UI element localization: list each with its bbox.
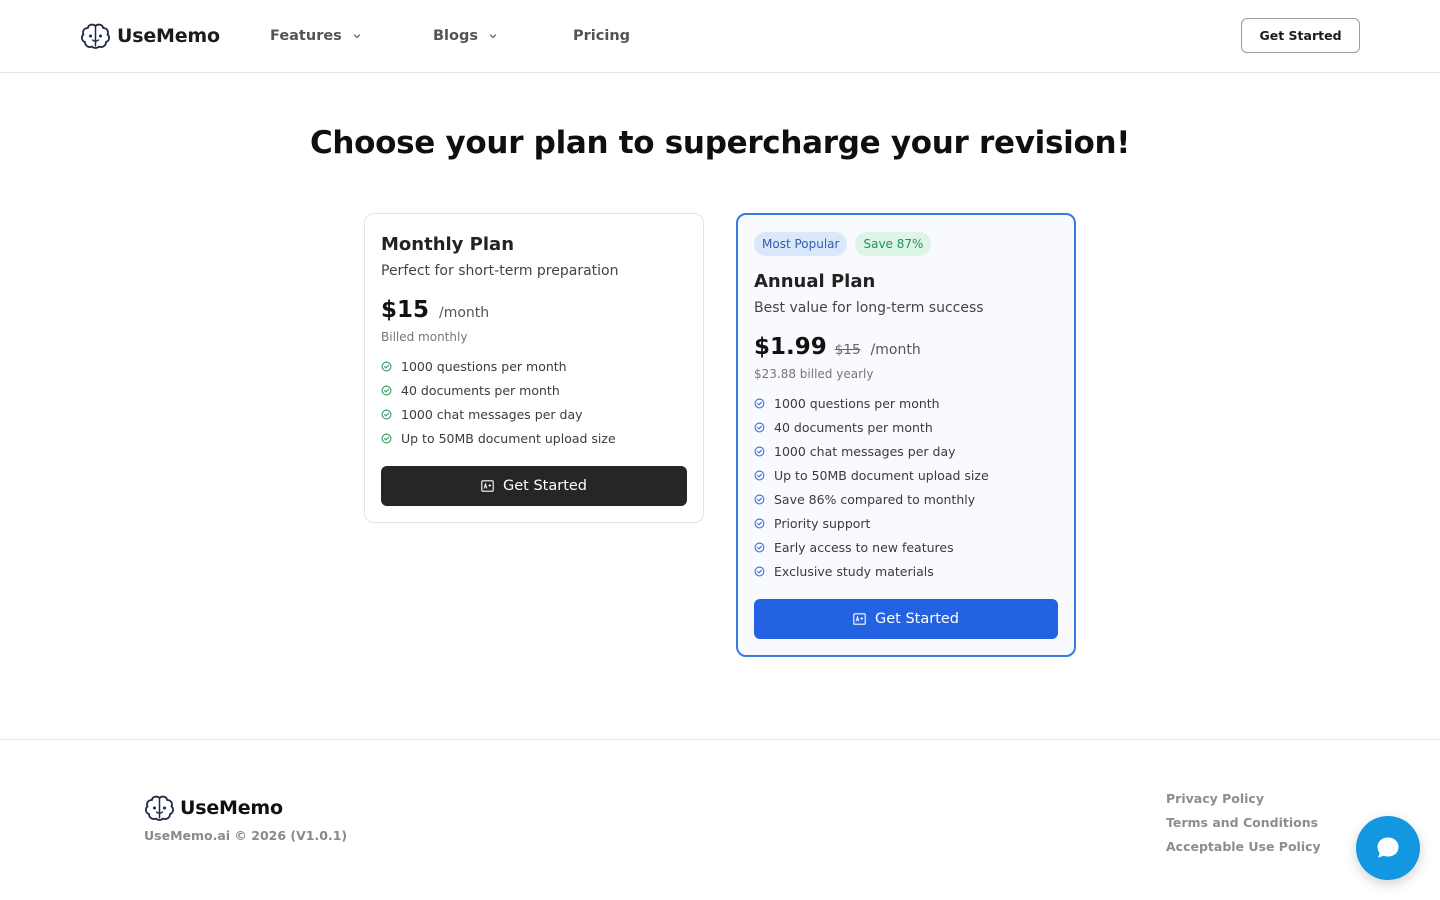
plan-description: Perfect for short-term preparation <box>381 263 619 279</box>
feature-list: 1000 questions per month 40 documents pe… <box>754 391 1058 583</box>
button-label: Get Started <box>875 611 959 627</box>
terms-link[interactable]: Terms and Conditions <box>1166 811 1321 835</box>
check-circle-icon <box>381 385 392 395</box>
feature-text: Up to 50MB document upload size <box>401 430 616 446</box>
feature-text: Early access to new features <box>774 539 954 555</box>
feature-item: Up to 50MB document upload size <box>381 426 687 450</box>
nav-features-label: Features <box>270 28 342 44</box>
check-circle-icon <box>754 470 765 480</box>
feature-item: 40 documents per month <box>381 378 687 402</box>
monthly-plan-card: Monthly Plan Perfect for short-term prep… <box>364 213 704 523</box>
feature-text: Save 86% compared to monthly <box>774 491 976 507</box>
footer-copyright: UseMemo.ai © 2026 (V1.0.1) <box>144 828 348 843</box>
nav-features[interactable]: Features <box>270 24 362 48</box>
plan-badges: Most Popular Save 87% <box>754 232 932 256</box>
header-get-started-button[interactable]: Get Started <box>1241 18 1360 53</box>
nav-blogs[interactable]: Blogs <box>433 24 498 48</box>
check-circle-icon <box>754 422 765 432</box>
feature-text: Priority support <box>774 515 871 531</box>
button-label: Get Started <box>503 478 587 494</box>
feature-text: Up to 50MB document upload size <box>774 467 989 483</box>
brand-logo-link[interactable]: UseMemo <box>80 20 220 52</box>
feature-text: 1000 chat messages per day <box>401 406 583 422</box>
chevron-down-icon <box>353 34 360 39</box>
feature-item: 1000 questions per month <box>381 354 687 378</box>
annual-plan-card: Most Popular Save 87% Annual Plan Best v… <box>736 213 1076 657</box>
feature-item: Exclusive study materials <box>754 559 1058 583</box>
grade-card-icon <box>853 613 866 625</box>
site-header: UseMemo Features Blogs Pricing Get Start… <box>0 0 1440 73</box>
brain-icon <box>81 23 110 49</box>
plan-name: Monthly Plan <box>381 234 515 255</box>
chevron-down-icon <box>489 34 497 39</box>
price-row: $15 /month <box>381 297 489 323</box>
footer-brand-link[interactable]: UseMemo <box>144 794 283 822</box>
original-price: $15 <box>834 342 861 358</box>
feature-item: Up to 50MB document upload size <box>754 463 1058 487</box>
check-circle-icon <box>754 566 765 576</box>
check-circle-icon <box>754 494 765 504</box>
feature-item: Save 86% compared to monthly <box>754 487 1058 511</box>
feature-item: 1000 chat messages per day <box>381 402 687 426</box>
billing-note: $23.88 billed yearly <box>754 367 874 381</box>
site-footer: UseMemo UseMemo.ai © 2026 (V1.0.1) Priva… <box>0 739 1440 900</box>
footer-link-item: Terms and Conditions <box>1166 811 1321 835</box>
chat-bubble-icon <box>1377 837 1399 858</box>
footer-brand-name: UseMemo <box>180 797 283 819</box>
plan-price: $1.99 <box>754 334 827 360</box>
footer-links: Privacy Policy Terms and Conditions Acce… <box>1166 787 1321 859</box>
billing-note: Billed monthly <box>381 330 468 344</box>
feature-item: 1000 chat messages per day <box>754 439 1058 463</box>
feature-text: 40 documents per month <box>774 419 933 435</box>
price-row: $1.99 $15 /month <box>754 334 921 360</box>
feature-item: 1000 questions per month <box>754 391 1058 415</box>
plan-period: /month <box>439 305 490 321</box>
check-circle-icon <box>381 433 392 443</box>
check-circle-icon <box>381 409 392 419</box>
monthly-get-started-button[interactable]: Get Started <box>381 466 687 506</box>
feature-list: 1000 questions per month 40 documents pe… <box>381 354 687 450</box>
feature-text: 1000 questions per month <box>401 358 567 374</box>
annual-get-started-button[interactable]: Get Started <box>754 599 1058 639</box>
check-circle-icon <box>754 398 765 408</box>
plan-period: /month <box>870 342 921 358</box>
plan-price: $15 <box>381 297 430 323</box>
footer-link-item: Acceptable Use Policy <box>1166 835 1321 859</box>
grade-card-icon <box>481 480 494 492</box>
feature-text: Exclusive study materials <box>774 563 934 579</box>
feature-text: 1000 chat messages per day <box>774 443 956 459</box>
brand-name: UseMemo <box>117 25 220 47</box>
brain-icon <box>145 795 174 821</box>
nav-pricing-label: Pricing <box>573 28 631 44</box>
most-popular-badge: Most Popular <box>754 232 848 256</box>
nav-blogs-label: Blogs <box>433 28 478 44</box>
privacy-policy-link[interactable]: Privacy Policy <box>1166 787 1321 811</box>
plan-description: Best value for long-term success <box>754 300 984 316</box>
feature-item: 40 documents per month <box>754 415 1058 439</box>
chat-launcher-button[interactable] <box>1356 816 1420 880</box>
check-circle-icon <box>754 542 765 552</box>
feature-item: Early access to new features <box>754 535 1058 559</box>
page-title: Choose your plan to supercharge your rev… <box>309 125 1131 161</box>
check-circle-icon <box>754 518 765 528</box>
feature-text: 40 documents per month <box>401 382 560 398</box>
plan-name: Annual Plan <box>754 271 876 292</box>
check-circle-icon <box>381 361 392 371</box>
feature-item: Priority support <box>754 511 1058 535</box>
footer-link-item: Privacy Policy <box>1166 787 1321 811</box>
nav-pricing[interactable]: Pricing <box>573 24 630 48</box>
save-badge: Save 87% <box>855 232 932 256</box>
feature-text: 1000 questions per month <box>774 395 940 411</box>
acceptable-use-link[interactable]: Acceptable Use Policy <box>1166 835 1321 859</box>
check-circle-icon <box>754 446 765 456</box>
